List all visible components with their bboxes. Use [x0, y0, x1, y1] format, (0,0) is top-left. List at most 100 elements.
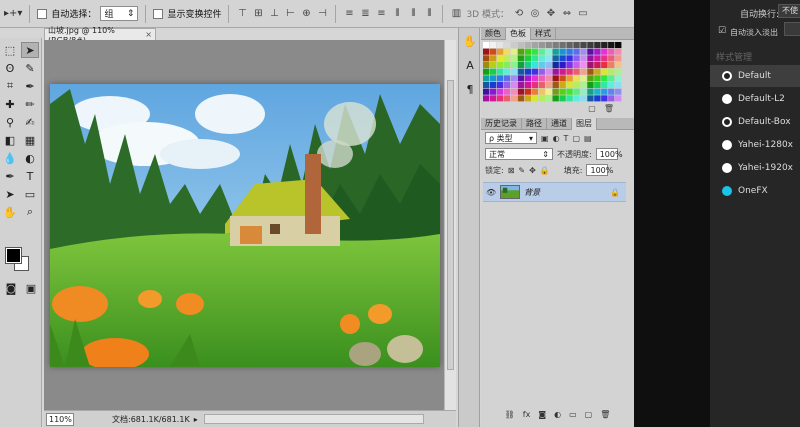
color-swatch[interactable] — [517, 48, 525, 55]
color-swatch[interactable] — [489, 75, 497, 82]
color-swatch[interactable] — [615, 62, 622, 69]
color-swatch[interactable] — [517, 82, 525, 89]
color-swatch[interactable] — [601, 82, 608, 89]
color-swatch[interactable] — [566, 42, 573, 49]
color-swatch[interactable] — [580, 48, 587, 55]
color-swatch[interactable] — [483, 88, 490, 95]
blur-tool-icon[interactable]: 💧 — [1, 150, 19, 166]
color-swatch[interactable] — [545, 42, 552, 49]
color-swatch[interactable] — [594, 42, 601, 49]
color-swatch[interactable] — [538, 55, 545, 62]
color-swatch[interactable] — [483, 68, 490, 75]
color-swatch[interactable] — [517, 88, 525, 95]
color-swatch[interactable] — [503, 95, 511, 102]
color-swatch[interactable] — [608, 48, 615, 55]
color-swatch[interactable] — [489, 62, 497, 69]
move-tool-icon[interactable]: ➤ — [21, 42, 39, 58]
layers-tab[interactable]: 图层 — [572, 118, 597, 130]
pen-tool-icon[interactable]: ✒ — [1, 168, 19, 184]
color-swatch[interactable] — [580, 75, 587, 82]
vertical-scrollbar-thumb[interactable] — [447, 80, 454, 370]
filter-smart-icon[interactable]: ▤ — [584, 134, 592, 143]
auto-select-checkbox[interactable] — [37, 8, 48, 19]
color-swatch[interactable] — [503, 48, 511, 55]
layer-style-icon[interactable]: fx — [523, 410, 531, 422]
color-swatch[interactable] — [524, 68, 532, 75]
color-swatch[interactable] — [538, 75, 545, 82]
color-swatch[interactable] — [566, 62, 573, 69]
new-layer-icon[interactable]: ▢ — [585, 410, 593, 422]
color-swatch[interactable] — [566, 48, 573, 55]
brush-tool-icon[interactable]: ✏ — [21, 96, 39, 112]
color-swatch[interactable] — [601, 88, 608, 95]
color-swatch[interactable] — [517, 62, 525, 69]
color-swatch[interactable] — [566, 55, 573, 62]
fill-input[interactable]: 100% — [586, 164, 613, 176]
color-swatch[interactable] — [538, 42, 545, 49]
color-swatch[interactable] — [615, 48, 622, 55]
color-swatch[interactable] — [615, 95, 622, 102]
color-swatch[interactable] — [615, 82, 622, 89]
show-transform-checkbox[interactable] — [153, 8, 164, 19]
color-swatch[interactable] — [580, 82, 587, 89]
color-swatch[interactable] — [594, 75, 601, 82]
zoom-tool-icon[interactable]: ⌕ — [21, 204, 39, 220]
align-hcenter-icon[interactable]: ⊕ — [300, 8, 312, 20]
dodge-tool-icon[interactable]: ◐ — [21, 150, 39, 166]
color-swatch[interactable] — [587, 55, 594, 62]
align-left-icon[interactable]: ⊢ — [284, 8, 296, 20]
color-swatch[interactable] — [608, 42, 615, 49]
close-icon[interactable]: × — [145, 30, 152, 39]
color-swatch[interactable] — [559, 48, 566, 55]
color-swatch[interactable] — [510, 62, 518, 69]
color-swatch[interactable] — [531, 68, 538, 75]
color-swatch[interactable] — [489, 48, 497, 55]
color-swatch[interactable] — [559, 75, 566, 82]
color-swatch[interactable] — [524, 95, 532, 102]
history-brush-tool-icon[interactable]: ✍ — [21, 114, 39, 130]
color-swatch[interactable] — [496, 75, 504, 82]
color-swatch[interactable] — [510, 82, 518, 89]
vertical-scrollbar[interactable] — [444, 40, 456, 410]
color-swatch[interactable] — [587, 68, 594, 75]
auto-select-dropdown[interactable]: 组 ⇕ — [100, 6, 139, 21]
3d-scale-icon[interactable]: ▭ — [577, 8, 589, 20]
style-item[interactable]: Default-L2 — [710, 88, 800, 110]
distribute-vcenter-icon[interactable]: ≣ — [359, 8, 371, 20]
marquee-tool-icon[interactable]: ⬚ — [1, 42, 19, 58]
adjustment-layer-icon[interactable]: ◐ — [554, 410, 561, 422]
color-swatch[interactable] — [615, 42, 622, 49]
distribute-hcenter-icon[interactable]: ⦀ — [407, 8, 419, 20]
zoom-input[interactable]: 110% — [46, 412, 74, 426]
swatches-grid[interactable] — [483, 42, 622, 102]
filter-pixel-icon[interactable]: ▣ — [541, 134, 549, 143]
color-swatch[interactable] — [510, 42, 518, 49]
canvas-area[interactable] — [44, 40, 456, 410]
color-swatch[interactable] — [496, 62, 504, 69]
color-swatch[interactable] — [601, 68, 608, 75]
3d-roll-icon[interactable]: ◎ — [529, 8, 541, 20]
color-swatch[interactable] — [580, 42, 587, 49]
color-swatch[interactable] — [594, 48, 601, 55]
color-swatch[interactable] — [580, 95, 587, 102]
color-swatch[interactable] — [601, 62, 608, 69]
color-swatch[interactable] — [510, 75, 518, 82]
color-swatch[interactable] — [531, 48, 538, 55]
color-swatch[interactable] — [608, 75, 615, 82]
color-swatch[interactable] — [594, 88, 601, 95]
color-swatch[interactable] — [531, 82, 538, 89]
distribute-bottom-icon[interactable]: ≡ — [375, 8, 387, 20]
color-swatch[interactable] — [552, 62, 559, 69]
color-swatch[interactable] — [608, 82, 615, 89]
color-swatch[interactable] — [483, 62, 490, 69]
color-swatch[interactable] — [496, 42, 504, 49]
layers-tab[interactable]: 路径 — [522, 118, 547, 130]
color-swatch[interactable] — [524, 48, 532, 55]
color-swatch[interactable] — [496, 95, 504, 102]
color-swatch[interactable] — [483, 82, 490, 89]
new-group-icon[interactable]: ▭ — [569, 410, 577, 422]
healing-brush-tool-icon[interactable]: ✚ — [1, 96, 19, 112]
color-swatch[interactable] — [496, 88, 504, 95]
move-tool-preset-icon[interactable]: ▸+▾ — [4, 5, 22, 23]
color-swatch[interactable] — [517, 55, 525, 62]
